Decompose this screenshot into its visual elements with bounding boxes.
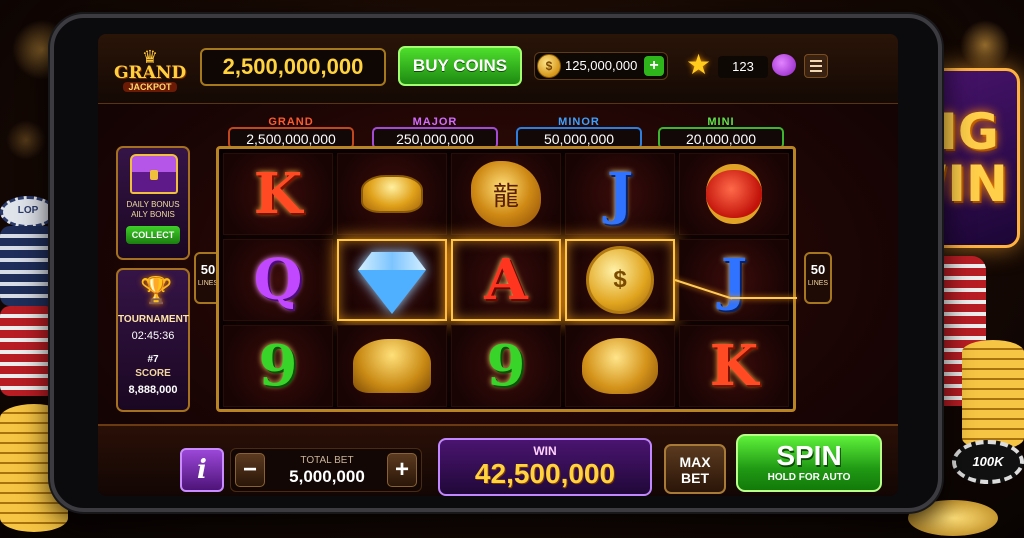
lines-label: LINES <box>807 280 829 287</box>
reel-cell: K <box>223 153 333 235</box>
tournament-score: 8,888,000 <box>128 384 178 396</box>
tournament-rank: #7 <box>147 354 159 365</box>
bokeh-light <box>960 20 1010 70</box>
top-bar: ♛ GRAND JACKPOT 2,500,000,000 BUY COINS … <box>98 34 898 104</box>
reel-cell-winning <box>337 239 447 321</box>
gold-ingot-icon <box>361 175 423 213</box>
info-button[interactable]: i <box>180 448 224 492</box>
daily-bonus-label: DAILY BONUS AILY BONIS <box>126 200 180 219</box>
tournament-title: TOURNAMENT <box>118 314 189 325</box>
coin-icon: $ <box>537 54 561 78</box>
reel-cell <box>565 325 675 407</box>
coin-balance: $ 125,000,000 + <box>534 52 668 80</box>
jackpot-major: MAJOR 250,000,000 <box>372 116 498 150</box>
gold-coin <box>962 340 1024 450</box>
logo-title: GRAND <box>113 63 187 83</box>
symbol-9: 9 <box>258 333 298 399</box>
reel-cell: 龍 <box>451 153 561 235</box>
menu-button[interactable] <box>804 54 828 78</box>
star-icon: ★ <box>686 49 712 80</box>
symbol-9: 9 <box>486 333 526 399</box>
star-count: 123 <box>718 56 768 78</box>
treasure-chest-icon <box>130 154 178 194</box>
grand-jackpot-logo: ♛ GRAND JACKPOT <box>108 42 192 92</box>
trophy-icon: 🏆 <box>140 275 173 305</box>
reel-cell: K <box>679 325 789 407</box>
spin-button[interactable]: SPIN HOLD FOR AUTO <box>736 434 882 492</box>
logo-subtitle: JACKPOT <box>123 82 177 92</box>
spin-label: SPIN <box>776 440 842 471</box>
menu-icon-bar <box>810 65 822 67</box>
symbol-q: Q <box>253 247 303 313</box>
symbol-a: A <box>484 247 528 313</box>
gold-coin-stack-right <box>962 340 1024 450</box>
piggy-bank-icon[interactable] <box>772 54 796 76</box>
reel-cell: 9 <box>451 325 561 407</box>
diamond-icon <box>358 270 426 314</box>
tournament-panel[interactable]: 🏆 TOURNAMENT 02:45:36 #7 SCORE 8,888,000 <box>116 268 190 412</box>
win-value: 42,500,000 <box>474 458 616 489</box>
spin-sub-label: HOLD FOR AUTO <box>767 472 851 483</box>
reel-cell <box>679 153 789 235</box>
gold-coin-icon: $ <box>586 246 654 314</box>
gold-pile-icon <box>353 339 431 393</box>
daily-bonus-panel: DAILY BONUS AILY BONIS COLLECT <box>116 146 190 260</box>
menu-icon-bar <box>810 70 822 72</box>
reel-cell: J <box>679 239 789 321</box>
slot-reels: K 龍 J Q A $ J 9 9 K <box>216 146 797 412</box>
tablet-device: ♛ GRAND JACKPOT 2,500,000,000 BUY COINS … <box>50 14 942 512</box>
reel-cell-winning: $ <box>565 239 675 321</box>
increase-bet-button[interactable]: + <box>387 453 417 487</box>
reel-cell: J <box>565 153 675 235</box>
money-toad-icon <box>582 338 658 394</box>
tournament-timer: 02:45:36 <box>131 330 175 342</box>
lines-indicator-right: 50 LINES <box>804 252 832 304</box>
coin-amount: 125,000,000 <box>565 58 638 73</box>
max-bet-button[interactable]: MAX BET <box>664 444 726 494</box>
jackpot-minor: MINOR 50,000,000 <box>516 116 642 150</box>
symbol-k: K <box>709 333 759 399</box>
poker-chip <box>0 226 56 306</box>
bet-selector: − TOTAL BET 5,000,000 + <box>230 448 422 492</box>
collect-button[interactable]: COLLECT <box>126 226 180 244</box>
poker-chip-100k: 100K <box>952 440 1024 484</box>
jackpot-grand: GRAND 2,500,000,000 <box>228 116 354 150</box>
symbol-k: K <box>253 161 303 227</box>
reel-cell: 9 <box>223 325 333 407</box>
add-coins-button[interactable]: + <box>644 56 664 76</box>
golden-dragon-icon: 龍 <box>471 161 541 227</box>
jackpot-mini: MINI 20,000,000 <box>658 116 784 150</box>
symbol-j: J <box>606 161 634 227</box>
bottom-bar: i − TOTAL BET 5,000,000 + WIN 42,500,000… <box>98 424 898 496</box>
win-display: WIN 42,500,000 <box>438 438 652 496</box>
grand-jackpot-value: 2,500,000,000 <box>200 48 386 86</box>
buy-coins-button[interactable]: BUY COINS <box>398 46 522 86</box>
chip-stack-left: LOP <box>0 196 56 396</box>
score-label: SCORE <box>135 368 171 379</box>
chip-label: LOP <box>17 205 39 216</box>
reel-cell-winning: A <box>451 239 561 321</box>
lines-count: 50 <box>810 262 826 277</box>
win-line <box>731 297 797 299</box>
total-bet-value: 5,000,000 <box>289 467 365 486</box>
poker-chip <box>0 306 56 396</box>
chip-label: 100K <box>972 454 1004 469</box>
symbol-j: J <box>720 247 748 313</box>
decrease-bet-button[interactable]: − <box>235 453 265 487</box>
win-label: WIN <box>533 444 557 458</box>
crown-icon: ♛ <box>141 47 159 67</box>
reel-cell <box>337 325 447 407</box>
red-lantern-icon <box>706 164 762 224</box>
menu-icon-bar <box>810 60 822 62</box>
reel-cell: Q <box>223 239 333 321</box>
game-screen: ♛ GRAND JACKPOT 2,500,000,000 BUY COINS … <box>98 34 898 496</box>
total-bet-label: TOTAL BET <box>300 455 354 466</box>
bokeh-light <box>6 120 46 160</box>
reel-cell <box>337 153 447 235</box>
poker-chip: LOP <box>0 196 56 228</box>
